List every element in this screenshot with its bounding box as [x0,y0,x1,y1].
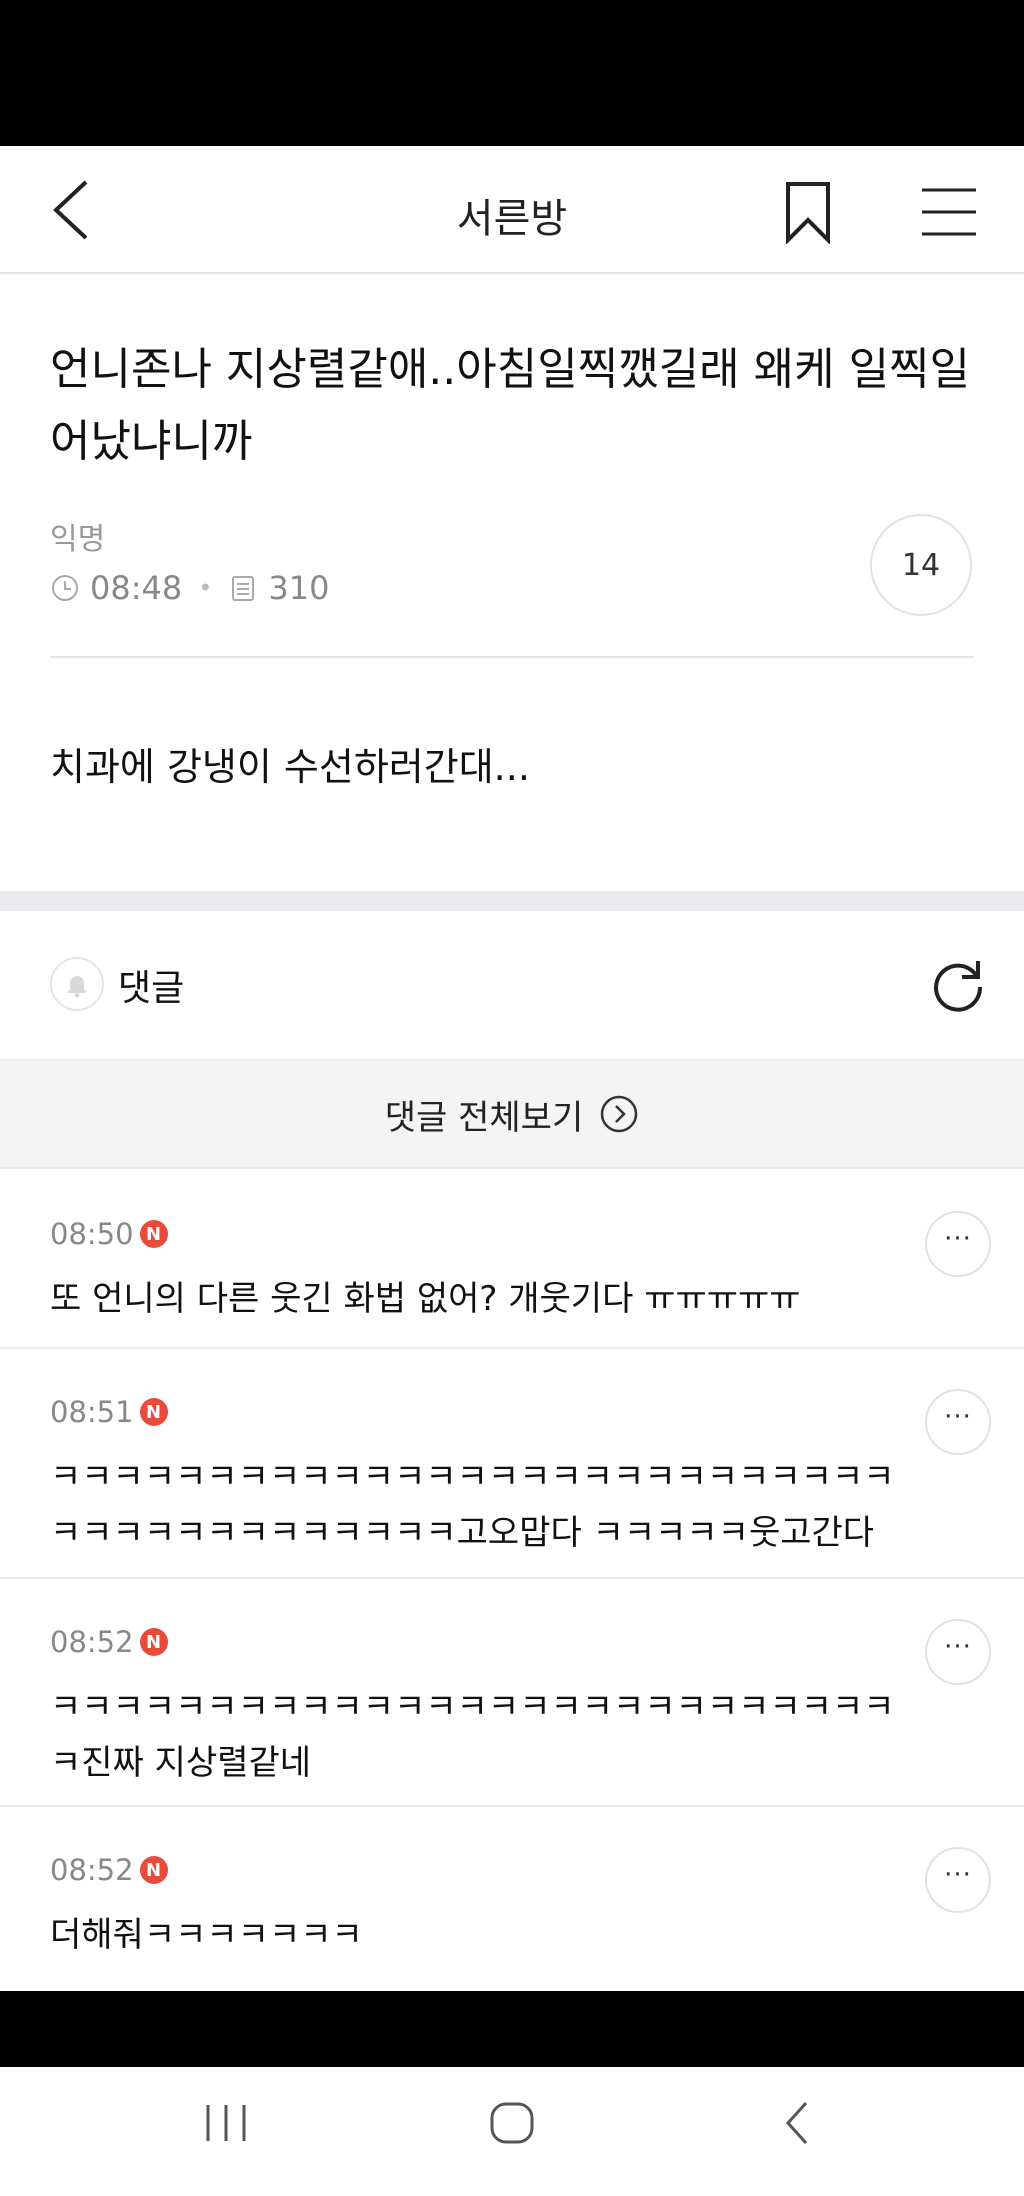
more-dots-icon: ··· [944,1860,972,1890]
comment-time-row: 08:52 N [50,1853,168,1887]
comment-time: 08:50 [50,1217,134,1251]
comment-text: 또 언니의 다른 웃긴 화법 없어? 개웃기다 ㅠㅠㅠㅠㅠ [50,1279,801,1319]
home-icon [490,2102,534,2144]
comment-item: 08:52 N ㅋㅋㅋㅋㅋㅋㅋㅋㅋㅋㅋㅋㅋㅋㅋㅋㅋㅋㅋㅋㅋㅋㅋㅋㅋㅋㅋㅋ진짜 지… [0,1579,1024,1807]
comment-time: 08:51 [50,1395,134,1429]
post-meta: 08:48 • 310 [50,566,329,610]
comment-time: 08:52 [50,1853,134,1887]
new-badge: N [139,1220,168,1248]
more-dots-icon: ··· [944,1224,972,1254]
new-badge: N [139,1856,168,1884]
back-icon [785,2101,808,2145]
bell-icon [68,976,86,998]
comments-header: 댓글 [0,911,1024,1051]
new-badge: N [139,1628,168,1656]
circle-chevron-right-icon [601,1095,638,1133]
system-navigation-bar [0,2067,1024,2196]
comment-time-row: 08:52 N [50,1625,168,1659]
more-dots-icon: ··· [944,1632,972,1662]
comment-text: 더해줘ㅋㅋㅋㅋㅋㅋㅋ [50,1915,363,1955]
comments-label: 댓글 [118,968,185,1009]
top-app-bar: 서른방 [0,146,1024,274]
recents-icon [206,2105,246,2141]
section-separator [0,891,1024,911]
bookmark-icon [786,182,830,245]
post-view-count: 310 [268,569,330,607]
recents-button[interactable] [204,2101,248,2145]
refresh-icon [934,961,983,1012]
comment-time-row: 08:50 N [50,1217,168,1251]
refresh-button[interactable] [928,953,988,1013]
status-bar [0,0,1024,146]
comment-item: 08:52 N 더해줘ㅋㅋㅋㅋㅋㅋㅋ ··· [0,1807,1024,1991]
comment-count-button[interactable]: 14 [870,514,972,616]
comment-time: 08:52 [50,1625,134,1659]
bookmark-button[interactable] [780,180,836,245]
hamburger-menu-icon [922,188,976,236]
comment-text: ㅋㅋㅋㅋㅋㅋㅋㅋㅋㅋㅋㅋㅋㅋㅋㅋㅋㅋㅋㅋㅋㅋㅋㅋㅋㅋㅋㅋ진짜 지상렬같네 [50,1687,895,1783]
post-author: 익명 [50,522,106,557]
more-dots-icon: ··· [944,1402,972,1432]
view-all-comments-label: 댓글 전체보기 [384,1097,584,1138]
document-icon [232,576,255,601]
system-back-button[interactable] [782,2099,812,2147]
post-title: 언니존나 지상렬같애..아침일찍깼길래 왜케 일찍일어났냐니까 [50,344,971,467]
clock-icon [52,575,78,601]
comment-text: ㅋㅋㅋㅋㅋㅋㅋㅋㅋㅋㅋㅋㅋㅋㅋㅋㅋㅋㅋㅋㅋㅋㅋㅋㅋㅋㅋㅋㅋㅋㅋㅋㅋㅋㅋㅋㅋㅋㅋㅋ… [50,1457,895,1553]
comment-more-button[interactable]: ··· [925,1211,991,1277]
comment-more-button[interactable]: ··· [925,1619,991,1685]
comment-item: 08:51 N ㅋㅋㅋㅋㅋㅋㅋㅋㅋㅋㅋㅋㅋㅋㅋㅋㅋㅋㅋㅋㅋㅋㅋㅋㅋㅋㅋㅋㅋㅋㅋㅋ… [0,1349,1024,1579]
comment-more-button[interactable]: ··· [925,1847,991,1913]
bottom-black-bar [0,1991,1024,2067]
home-button[interactable] [488,2101,536,2145]
post-body: 치과에 강냉이 수선하러간대... [50,745,530,789]
app-screen: 서른방 언니존나 지상렬같애..아침일찍깼길래 왜케 일찍일어났냐니까 익명 0… [0,146,1024,1991]
comment-more-button[interactable]: ··· [925,1389,991,1455]
notification-bell-button[interactable] [50,957,104,1011]
divider [50,656,974,658]
menu-button[interactable] [918,184,980,240]
meta-separator: • [198,574,213,602]
board-title: 서른방 [456,196,568,242]
comment-time-row: 08:51 N [50,1395,168,1429]
view-all-comments-button[interactable]: 댓글 전체보기 [0,1059,1024,1169]
comment-item: 08:50 N 또 언니의 다른 웃긴 화법 없어? 개웃기다 ㅠㅠㅠㅠㅠ ··… [0,1171,1024,1349]
new-badge: N [139,1398,168,1426]
post-time: 08:48 [90,569,183,607]
